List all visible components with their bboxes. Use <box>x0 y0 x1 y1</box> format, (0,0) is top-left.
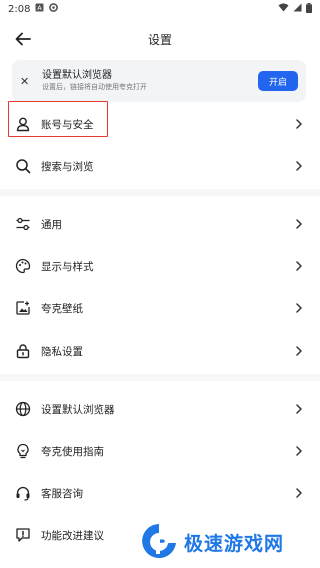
notification-dot-icon <box>49 3 59 15</box>
settings-item-user-guide[interactable]: 夸克使用指南 <box>0 430 320 472</box>
signal-icon <box>293 3 302 15</box>
lightbulb-icon <box>14 442 32 460</box>
banner-subtitle: 设置后，链接将自动使用夸克打开 <box>42 83 147 91</box>
chevron-right-icon <box>294 302 304 314</box>
globe-icon <box>14 400 32 418</box>
section-divider <box>0 189 320 196</box>
banner-title: 设置默认浏览器 <box>42 70 112 81</box>
wallpaper-icon <box>14 299 32 317</box>
headset-icon <box>14 484 32 502</box>
settings-item-privacy[interactable]: 隐私设置 <box>0 330 320 372</box>
lock-icon <box>14 342 32 360</box>
page-title: 设置 <box>147 32 172 47</box>
chevron-right-icon <box>294 445 304 457</box>
settings-item-label: 搜索与浏览 <box>41 160 94 173</box>
status-time: 2:08 <box>8 3 31 15</box>
settings-item-label: 隐私设置 <box>41 345 83 358</box>
watermark: 极速游戏网 <box>140 520 310 564</box>
feedback-icon <box>14 526 32 544</box>
watermark-logo-icon <box>142 524 176 558</box>
settings-item-search-browse[interactable]: 搜索与浏览 <box>0 145 320 187</box>
enable-default-browser-button[interactable]: 开启 <box>258 71 298 91</box>
settings-item-quark-wallpaper[interactable]: 夸克壁纸 <box>0 287 320 329</box>
top-app-bar: 设置 <box>0 22 320 56</box>
status-bar: 2:08 A <box>0 0 320 18</box>
banner-text: 设置默认浏览器 设置后，链接将自动使用夸克打开 <box>42 69 258 93</box>
wifi-icon <box>278 3 289 15</box>
watermark-text: 极速游戏网 <box>184 532 285 555</box>
chevron-right-icon <box>294 118 304 130</box>
notification-a-icon: A <box>35 3 44 15</box>
back-button[interactable] <box>12 28 34 50</box>
chevron-right-icon <box>294 487 304 499</box>
settings-item-label: 夸克使用指南 <box>41 445 104 458</box>
chevron-right-icon <box>294 260 304 272</box>
settings-item-display-style[interactable]: 显示与样式 <box>0 245 320 287</box>
chevron-right-icon <box>294 403 304 415</box>
search-icon <box>14 157 32 175</box>
close-icon[interactable]: ✕ <box>20 75 34 88</box>
settings-item-label: 功能改进建议 <box>41 529 104 542</box>
section-divider <box>0 374 320 381</box>
settings-item-label: 通用 <box>41 218 62 231</box>
settings-item-default-browser[interactable]: 设置默认浏览器 <box>0 388 320 430</box>
settings-item-general[interactable]: 通用 <box>0 203 320 245</box>
settings-item-label: 显示与样式 <box>41 260 94 273</box>
settings-item-customer-service[interactable]: 客服咨询 <box>0 472 320 514</box>
battery-icon <box>306 2 312 16</box>
sliders-icon <box>14 215 32 233</box>
svg-text:A: A <box>38 4 43 12</box>
back-arrow-icon <box>15 32 31 46</box>
annotation-highlight-box <box>8 101 108 137</box>
palette-icon <box>14 257 32 275</box>
settings-item-label: 夸克壁纸 <box>41 302 83 315</box>
settings-item-label: 设置默认浏览器 <box>41 403 115 416</box>
chevron-right-icon <box>294 218 304 230</box>
chevron-right-icon <box>294 160 304 172</box>
chevron-right-icon <box>294 345 304 357</box>
default-browser-banner: ✕ 设置默认浏览器 设置后，链接将自动使用夸克打开 开启 <box>12 60 306 102</box>
settings-item-label: 客服咨询 <box>41 487 83 500</box>
